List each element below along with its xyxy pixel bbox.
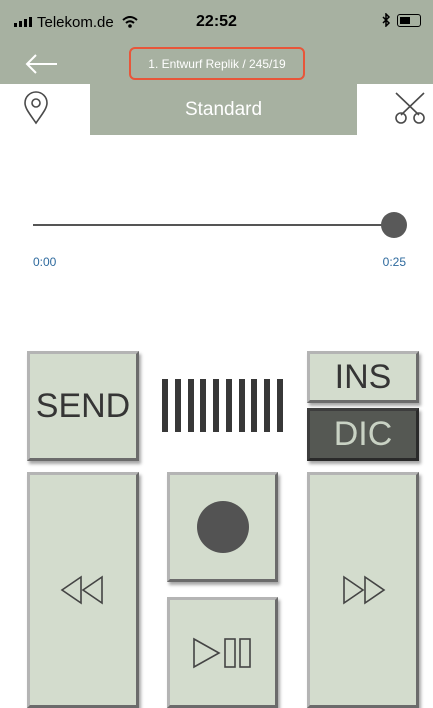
send-label: SEND [35,386,131,425]
send-button[interactable]: SEND [27,351,139,461]
record-button[interactable] [167,472,278,582]
current-time: 0:00 [33,255,57,269]
total-time: 0:25 [382,255,406,269]
dic-label: DIC [333,415,393,453]
nav-bar: 1. Entwurf Replik / 245/19 [0,44,433,84]
bluetooth-icon [382,13,391,27]
dic-button[interactable]: DIC [307,408,419,461]
battery-icon [397,13,421,27]
document-title[interactable]: 1. Entwurf Replik / 245/19 [129,47,305,80]
rewind-icon [60,575,103,605]
slider-track[interactable] [33,224,393,226]
status-right [382,13,421,27]
status-bar: Telekom.de 22:52 [0,0,433,44]
level-meter [162,379,283,432]
tab-standard[interactable]: Standard [90,84,357,135]
rewind-button[interactable] [27,472,139,708]
play-pause-button[interactable] [167,597,278,708]
tab-location[interactable] [0,84,90,135]
tab-cut[interactable] [357,84,433,135]
slider-thumb[interactable] [381,212,407,238]
tab-bar: Standard [0,84,433,135]
playback-slider[interactable] [33,212,407,238]
clock: 22:52 [196,13,237,30]
fast-forward-icon [343,575,386,605]
location-pin-icon [24,91,48,125]
play-pause-icon [192,637,251,668]
ins-label: INS [334,357,392,396]
ins-button[interactable]: INS [307,351,419,403]
scissors-icon [395,92,425,124]
fast-forward-button[interactable] [307,472,419,708]
back-arrow-icon[interactable] [24,52,60,76]
record-icon [196,501,249,553]
